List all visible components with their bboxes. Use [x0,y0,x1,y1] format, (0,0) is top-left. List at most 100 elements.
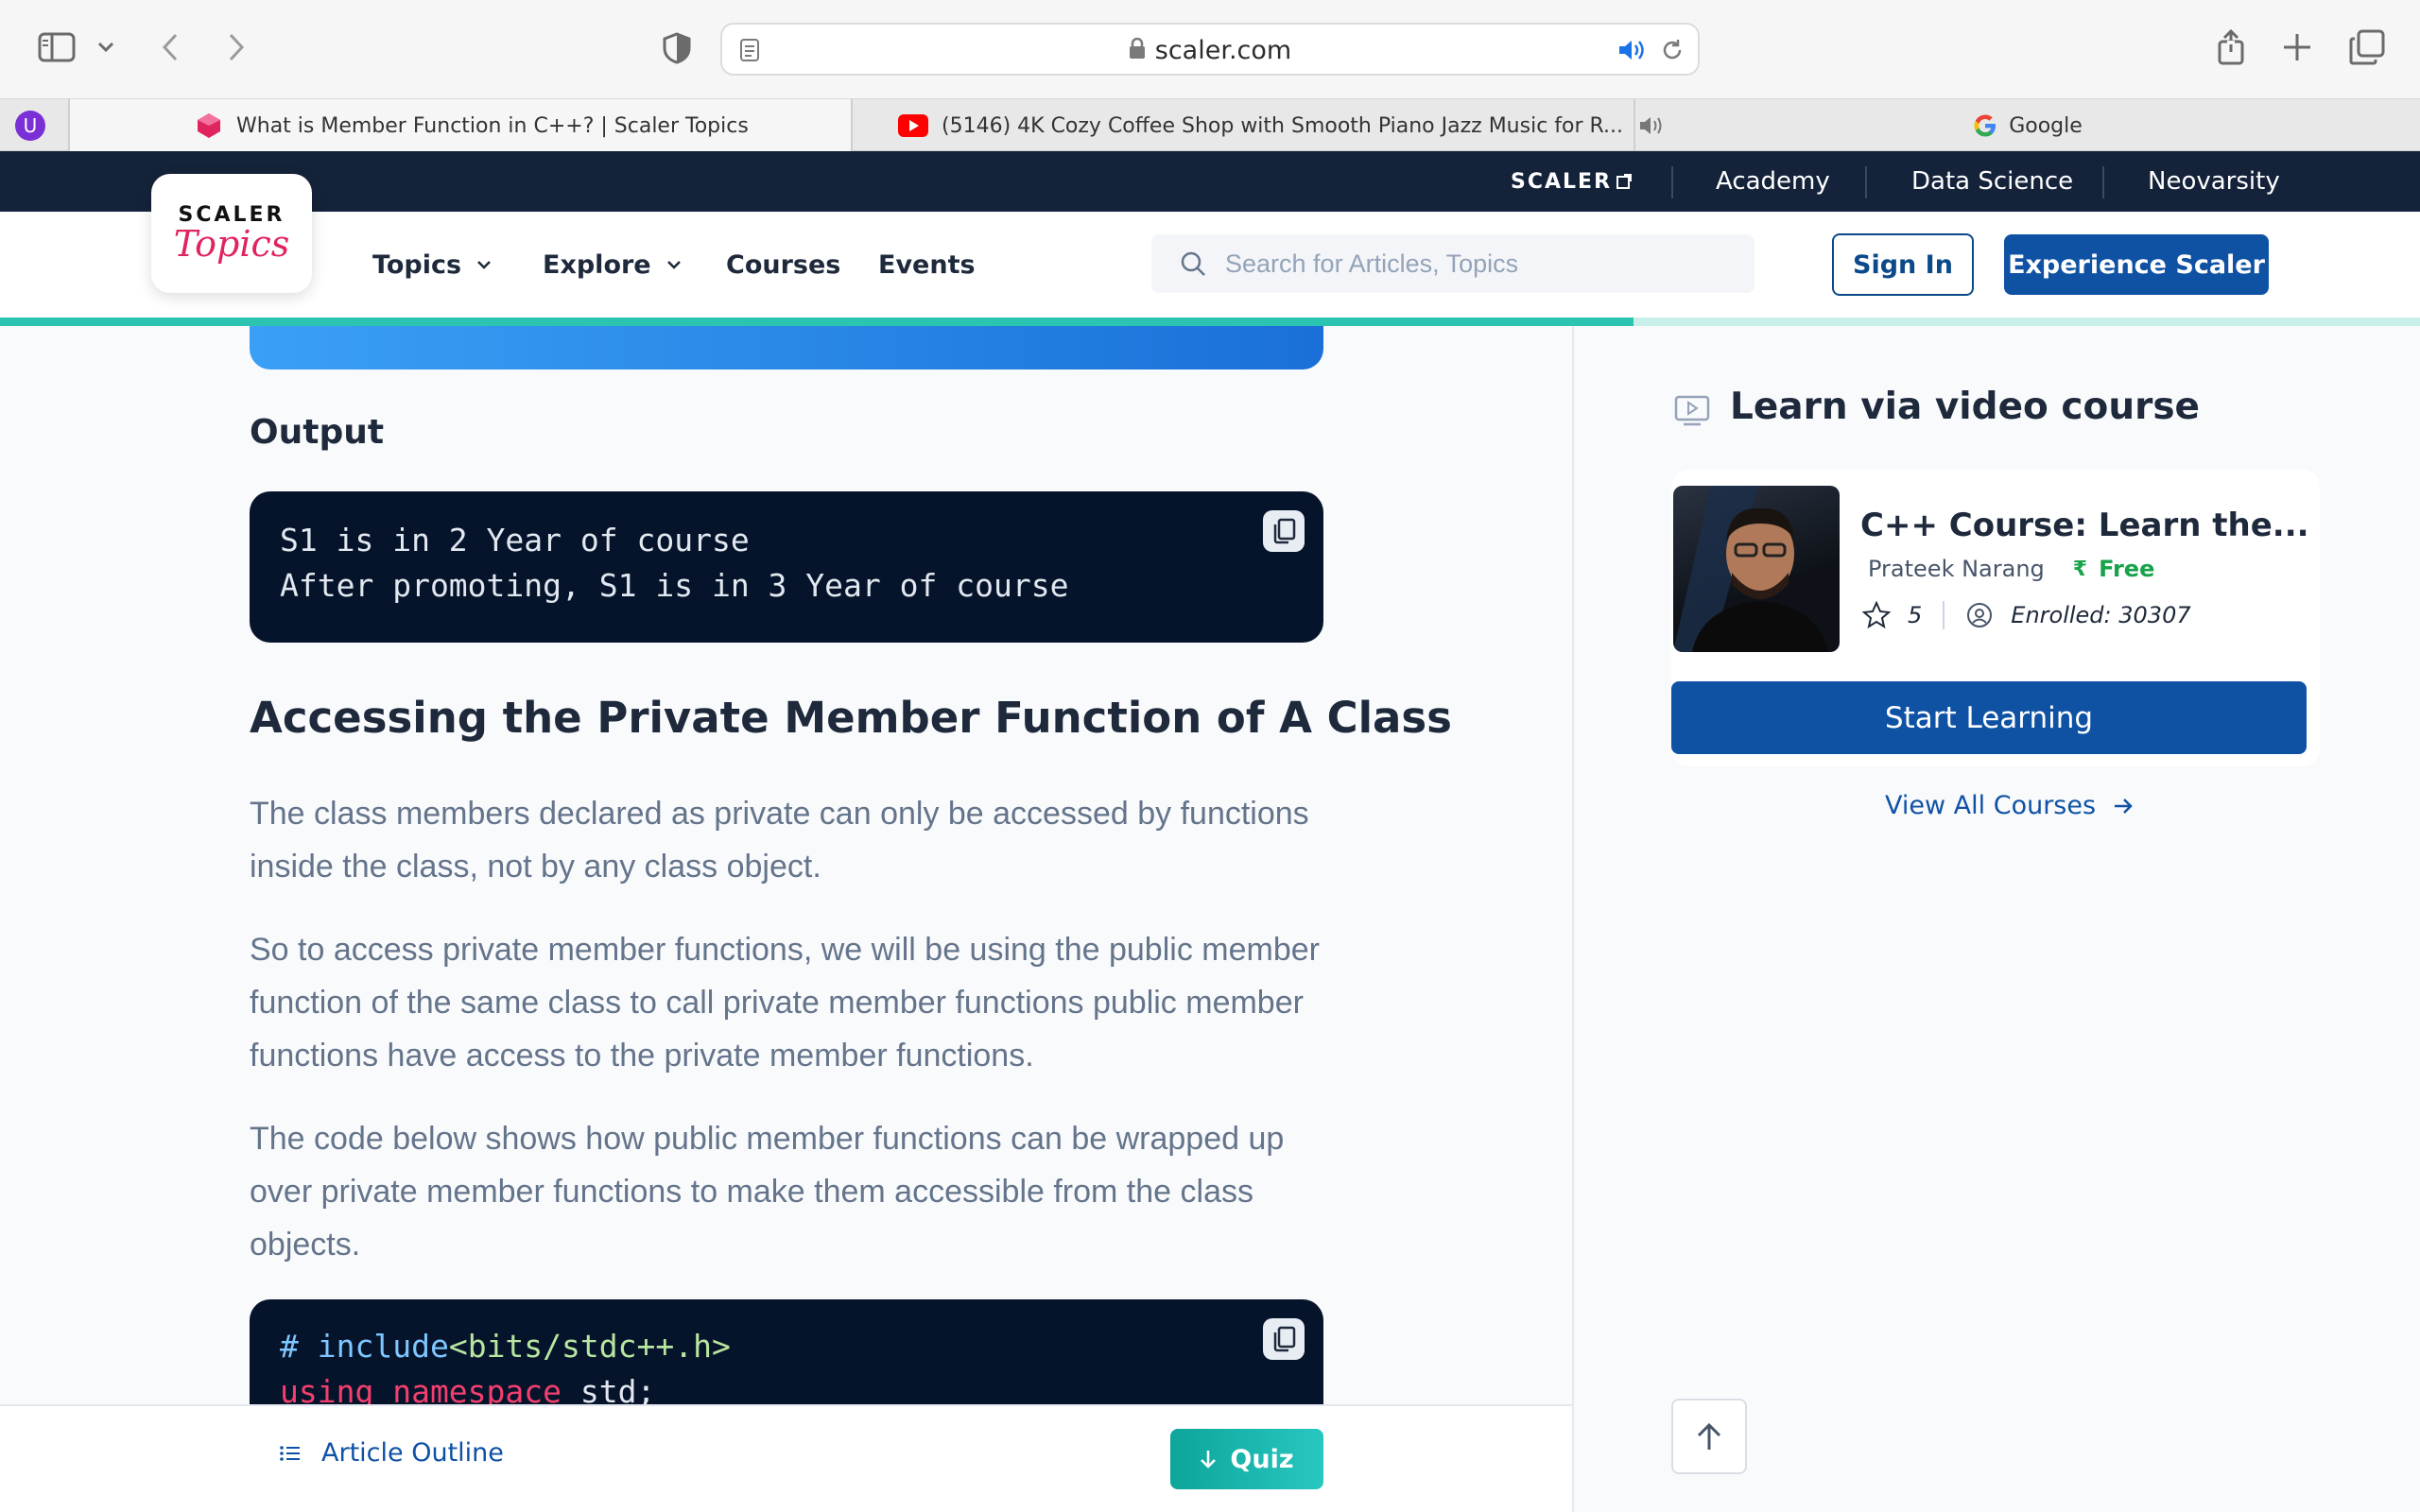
copy-icon[interactable] [1263,510,1305,552]
scaler-brand-label: SCALER [1511,169,1613,194]
strip-separator [1671,166,1673,198]
article-paragraph: So to access private member functions, w… [250,932,1320,1074]
shield-icon[interactable] [660,30,694,66]
code-line: # include<bits/stdc++.h> [280,1324,1293,1369]
start-learning-button[interactable]: Start Learning [1671,681,2307,754]
scaler-topics-logo[interactable]: SCALER Topics [151,174,312,293]
article-outline-button[interactable]: Article Outline [280,1438,504,1468]
rating-value: 5 [1908,602,1923,628]
nav-events[interactable]: Events [878,212,976,318]
strip-separator [2102,166,2104,198]
svg-text:U: U [24,114,38,137]
arrow-down-icon [1200,1449,1217,1469]
nav-label: Explore [543,249,651,280]
tab-title: What is Member Function in C++? | Scaler… [236,113,749,138]
share-icon[interactable] [2212,26,2250,68]
scroll-to-top-button[interactable] [1671,1399,1747,1474]
enrolled-count: Enrolled: 30307 [2011,602,2191,628]
browser-toolbar: scaler.com [0,0,2420,98]
code-line: S1 is in 2 Year of course [280,522,750,558]
strip-separator [1865,166,1867,198]
star-icon [1862,601,1891,629]
reading-progress-fill [0,318,1634,326]
url-label: scaler.com [1154,36,1292,65]
output-heading: Output [250,413,385,452]
sidebar-toggle-icon[interactable] [36,30,78,64]
nav-courses[interactable]: Courses [726,212,840,318]
article-paragraph: The code below shows how public member f… [250,1121,1285,1263]
google-favicon [1973,113,1997,138]
lock-icon [1129,37,1146,66]
code-line: After promoting, S1 is in 3 Year of cour… [280,567,1069,604]
tab-overview-icon[interactable] [2346,26,2388,68]
code-token: include [317,1328,449,1365]
forward-icon[interactable] [221,30,251,64]
price-label: Free [2099,556,2155,582]
external-link-icon [1616,173,1633,190]
search-box[interactable] [1151,234,1754,293]
tab-youtube[interactable]: (5146) 4K Cozy Coffee Shop with Smooth P… [853,99,1662,152]
column-divider [1572,326,1574,1512]
course-title[interactable]: C++ Course: Learn the... [1860,507,2309,544]
arrow-up-icon [1696,1421,1722,1452]
instructor-photo[interactable] [1673,486,1840,652]
nav-label: Topics [372,249,462,280]
article-paragraph: The class members declared as private ca… [250,796,1309,885]
nav-explore[interactable]: Explore [543,212,682,318]
outline-label: Article Outline [321,1438,504,1468]
view-all-label: View All Courses [1885,791,2097,820]
article-content: Output S1 is in 2 Year of course After p… [0,326,1573,1512]
chevron-down-icon[interactable] [95,36,117,59]
tab-title: Google [2009,113,2083,138]
new-tab-icon[interactable] [2278,28,2316,66]
price-tag: ₹ Free [2073,556,2155,582]
logo-bottom-text: Topics [173,222,290,265]
sidebar-title: Learn via video course [1730,386,2200,428]
tab-scaler[interactable]: What is Member Function in C++? | Scaler… [70,99,851,152]
course-stats: 5 Enrolled: 30307 [1862,601,2191,629]
scaler-favicon [195,112,223,140]
course-meta: Prateek Narang ₹ Free [1868,556,2154,582]
nav-topics[interactable]: Topics [372,212,492,318]
code-token: <bits/stdc++.h> [448,1328,731,1365]
arrow-right-icon [2113,798,2134,815]
experience-scaler-button[interactable]: Experience Scaler [2004,234,2269,295]
reading-progress-bar [0,318,2420,326]
video-icon [1673,393,1711,429]
code-token: # [280,1328,318,1365]
chevron-down-icon [666,260,682,269]
nav-label: Events [878,249,976,280]
sign-in-button[interactable]: Sign In [1832,233,1974,296]
instructor-name: Prateek Narang [1868,556,2045,582]
scaler-brand-link[interactable]: SCALER [1511,151,1633,212]
strip-link-academy[interactable]: Academy [1716,151,1830,212]
code-banner [250,326,1323,369]
chevron-down-icon [476,260,492,269]
enrolled-icon [1965,601,1994,629]
extension-icon[interactable]: U [13,109,47,143]
address-bar[interactable]: scaler.com [720,23,1700,76]
nav-label: Courses [726,249,841,280]
view-all-courses-link[interactable]: View All Courses [1885,791,2134,820]
strip-link-neovarsity[interactable]: Neovarsity [2148,151,2280,212]
quiz-button[interactable]: Quiz [1170,1429,1323,1489]
article-bottom-bar [0,1404,1573,1512]
back-icon[interactable] [155,30,185,64]
speaker-icon[interactable] [1616,36,1647,64]
section-heading: Accessing the Private Member Function of… [250,693,1452,743]
strip-link-data-science[interactable]: Data Science [1911,151,2073,212]
tab-bar: U What is Member Function in C++? | Scal… [0,98,2420,152]
output-code-block: S1 is in 2 Year of course After promotin… [250,491,1323,643]
url-text: scaler.com [722,36,1698,66]
search-icon [1180,250,1206,277]
tab-google[interactable]: Google [1635,99,2420,152]
list-icon [280,1445,301,1462]
stats-separator [1943,601,1945,629]
quiz-label: Quiz [1230,1444,1294,1474]
rupee-icon: ₹ [2072,557,2088,581]
search-input[interactable] [1225,249,1717,279]
copy-icon[interactable] [1263,1318,1305,1360]
youtube-favicon [898,114,928,137]
tab-title: (5146) 4K Cozy Coffee Shop with Smooth P… [942,113,1624,138]
reload-icon[interactable] [1658,36,1686,64]
